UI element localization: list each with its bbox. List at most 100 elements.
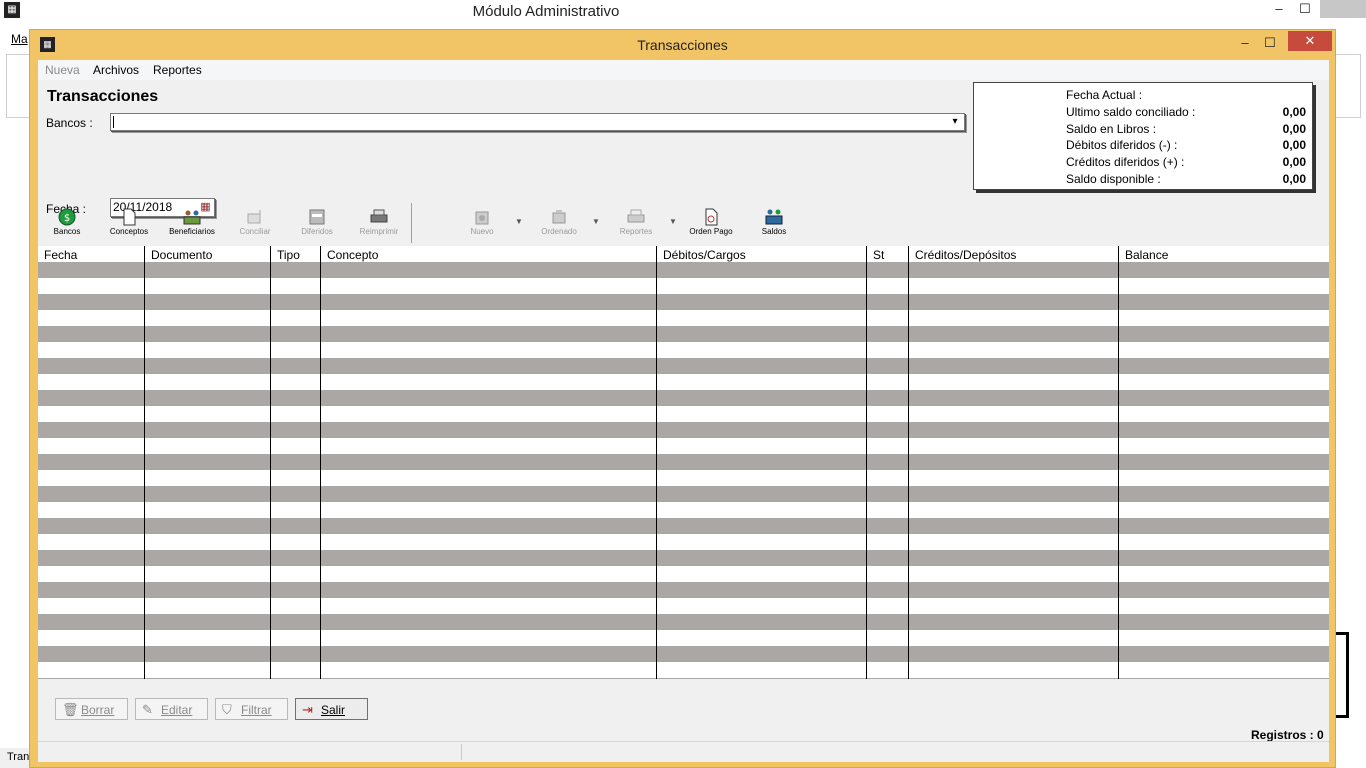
ordenado-button[interactable]: Ordenado: [533, 206, 585, 242]
saldos-button[interactable]: Saldos: [748, 206, 800, 242]
app-minimize-button[interactable]: –: [1268, 0, 1290, 18]
sort-icon: [552, 210, 566, 224]
window-title: Transacciones: [637, 37, 728, 53]
window-status-bar: [38, 741, 1329, 762]
window-maximize-button[interactable]: ☐: [1260, 34, 1280, 52]
beneficiarios-button-label: Beneficiarios: [169, 227, 215, 236]
summary-value: 0,00: [1282, 122, 1306, 136]
column-divider: [270, 246, 271, 679]
diferidos-button[interactable]: Diferidos: [291, 206, 343, 242]
filtrar-button[interactable]: ⛉ Filtrar: [215, 698, 288, 720]
column-divider: [1118, 246, 1119, 679]
transactions-table[interactable]: Fecha Documento Tipo Concepto Débitos/Ca…: [38, 246, 1329, 679]
menu-nueva[interactable]: Nueva: [45, 63, 80, 77]
column-divider: [656, 246, 657, 679]
people-icon: [183, 210, 201, 225]
filtrar-button-label: Filtrar: [241, 703, 272, 717]
column-header-concepto[interactable]: Concepto: [327, 248, 378, 262]
menu-reportes[interactable]: Reportes: [153, 63, 202, 77]
column-divider: [866, 246, 867, 679]
calendar-grid-icon: [309, 209, 325, 225]
menu-archivos[interactable]: Archivos: [93, 63, 139, 77]
column-header-balance[interactable]: Balance: [1125, 248, 1168, 262]
reimprimir-button[interactable]: Reimprimir: [353, 206, 405, 242]
summary-row-creditos: Créditos diferidos (+) : 0,00: [1066, 155, 1306, 171]
column-divider: [320, 246, 321, 679]
borrar-button-label: Borrar: [81, 703, 115, 717]
balance-summary-panel: Fecha Actual : Ultimo saldo conciliado :…: [973, 82, 1313, 190]
bancos-button-label: Bancos: [53, 227, 81, 236]
edit-icon: ✎: [142, 702, 153, 717]
conciliar-button[interactable]: Conciliar: [229, 206, 281, 242]
summary-label: Débitos diferidos (-) :: [1066, 138, 1178, 152]
salir-button[interactable]: ⇥ Salir: [295, 698, 368, 720]
window-title-bar[interactable]: ▦ Transacciones – ☐ ✕: [30, 30, 1335, 60]
app-title-bar: ▦ Módulo Administrativo – ☐: [0, 0, 1366, 24]
report-printer-icon: [627, 209, 645, 223]
app-maximize-button[interactable]: ☐: [1294, 0, 1316, 18]
app-close-button[interactable]: [1320, 0, 1366, 18]
conciliar-icon: [247, 210, 261, 224]
column-header-fecha[interactable]: Fecha: [44, 248, 77, 262]
status-divider: [461, 744, 462, 760]
table-body[interactable]: [38, 262, 1329, 679]
summary-label: Créditos diferidos (+) :: [1066, 155, 1185, 169]
ordenado-button-label: Ordenado: [541, 227, 577, 236]
reportes-dropdown-arrow[interactable]: ▼: [669, 217, 677, 226]
summary-row-saldo-disponible: Saldo disponible : 0,00: [1066, 172, 1306, 188]
saldos-button-label: Saldos: [761, 227, 787, 236]
orden-pago-button[interactable]: Orden Pago: [685, 206, 737, 242]
ordenado-dropdown-arrow[interactable]: ▼: [592, 217, 600, 226]
reportes-button[interactable]: Reportes: [610, 206, 662, 242]
page-title: Transacciones: [47, 88, 159, 105]
balances-icon: [765, 209, 783, 225]
nuevo-dropdown-arrow[interactable]: ▼: [515, 217, 523, 226]
window-client-area: Nueva Archivos Reportes Transacciones Ba…: [38, 60, 1329, 762]
conciliar-button-label: Conciliar: [239, 227, 271, 236]
menu-bar: Nueva Archivos Reportes: [38, 60, 1329, 80]
reportes-button-label: Reportes: [619, 227, 653, 236]
window-minimize-button[interactable]: –: [1235, 34, 1255, 52]
editar-button[interactable]: ✎ Editar: [135, 698, 208, 720]
editar-button-label: Editar: [161, 703, 193, 717]
summary-value: 0,00: [1282, 105, 1306, 119]
chevron-down-icon[interactable]: ▾: [948, 114, 962, 130]
bancos-select[interactable]: ▾: [110, 113, 965, 131]
window-close-button[interactable]: ✕: [1288, 31, 1332, 51]
table-header: Fecha Documento Tipo Concepto Débitos/Ca…: [38, 246, 1329, 262]
summary-row-debitos: Débitos diferidos (-) : 0,00: [1066, 138, 1306, 154]
column-header-st[interactable]: St: [873, 248, 884, 262]
summary-label: Saldo disponible :: [1066, 172, 1161, 186]
diferidos-button-label: Diferidos: [301, 227, 333, 236]
filter-icon: ⛉: [222, 702, 232, 717]
app-toolbar-right: [1336, 54, 1361, 118]
conceptos-button[interactable]: Conceptos: [103, 206, 155, 242]
column-header-documento[interactable]: Documento: [151, 248, 212, 262]
new-document-icon: [475, 211, 489, 225]
text-caret: [113, 116, 114, 128]
summary-row-ultimo-saldo: Ultimo saldo conciliado : 0,00: [1066, 105, 1306, 121]
summary-row-fecha-actual: Fecha Actual :: [1066, 88, 1306, 104]
borrar-button[interactable]: 🗑 Borrar: [55, 698, 128, 720]
document-icon: [123, 208, 136, 226]
beneficiarios-button[interactable]: Beneficiarios: [166, 206, 218, 242]
exit-door-icon: ⇥: [302, 702, 313, 717]
svg-text:$: $: [64, 213, 70, 224]
bancos-button[interactable]: $ Bancos: [41, 206, 93, 242]
orden-pago-button-label: Orden Pago: [689, 227, 733, 236]
nuevo-button[interactable]: Nuevo: [456, 206, 508, 242]
bancos-label: Bancos :: [46, 116, 93, 130]
column-header-tipo[interactable]: Tipo: [277, 248, 300, 262]
background-panel-fragment: [1336, 632, 1349, 718]
summary-label: Fecha Actual :: [1066, 88, 1143, 102]
column-header-creditos[interactable]: Créditos/Depósitos: [915, 248, 1016, 262]
payment-order-icon: [705, 208, 718, 226]
salir-button-label: Salir: [321, 703, 346, 717]
bank-icon: $: [58, 208, 76, 226]
summary-label: Ultimo saldo conciliado :: [1066, 105, 1196, 119]
summary-row-saldo-libros: Saldo en Libros : 0,00: [1066, 122, 1306, 138]
column-divider: [144, 246, 145, 679]
record-count: Registros : 0: [1251, 728, 1324, 742]
column-header-debitos[interactable]: Débitos/Cargos: [663, 248, 746, 262]
summary-label: Saldo en Libros :: [1066, 122, 1157, 136]
